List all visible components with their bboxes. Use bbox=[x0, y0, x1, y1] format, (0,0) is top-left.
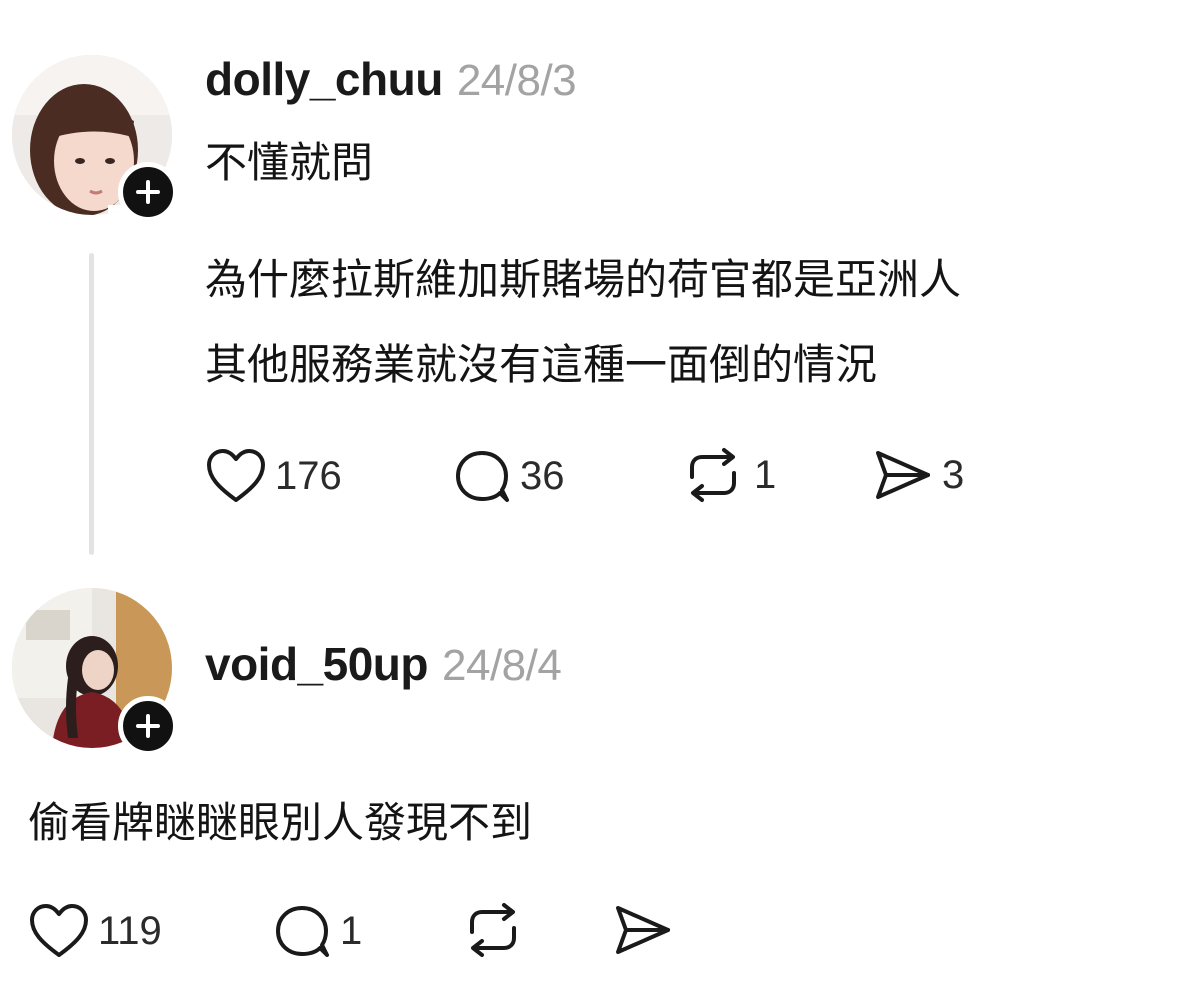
speech-bubble-icon bbox=[456, 451, 509, 502]
heart-icon bbox=[207, 449, 265, 502]
username[interactable]: void_50up bbox=[205, 638, 429, 690]
post-header-dolly-chuu: dolly_chuu 24/8/3 bbox=[205, 52, 577, 106]
repost-button[interactable]: 1 bbox=[680, 447, 776, 503]
post-text-line-2: 為什麼拉斯維加斯賭場的荷官都是亞洲人 bbox=[205, 255, 962, 304]
like-count: 119 bbox=[98, 908, 162, 953]
heart-icon bbox=[30, 904, 88, 957]
comment-count: 1 bbox=[340, 908, 363, 953]
share-button[interactable]: 3 bbox=[872, 447, 964, 503]
like-button[interactable]: 119 bbox=[28, 902, 162, 960]
plus-icon bbox=[136, 180, 160, 204]
repost-icon bbox=[690, 448, 736, 502]
post-header-void-50up: void_50up 24/8/4 bbox=[205, 637, 562, 691]
post-text-line-1: 不懂就問 bbox=[205, 138, 374, 187]
reply-text-line-1: 偷看牌瞇瞇眼別人發現不到 bbox=[28, 798, 533, 847]
like-count: 176 bbox=[275, 453, 342, 498]
speech-bubble-icon bbox=[276, 906, 329, 957]
follow-button-void-50up[interactable] bbox=[118, 696, 178, 756]
send-icon bbox=[876, 451, 930, 499]
post-date: 24/8/3 bbox=[456, 56, 577, 105]
comment-count: 36 bbox=[520, 453, 565, 498]
share-button[interactable] bbox=[612, 902, 674, 958]
username[interactable]: dolly_chuu bbox=[205, 53, 443, 105]
follow-button-dolly-chuu[interactable] bbox=[118, 162, 178, 222]
thread-line bbox=[89, 253, 94, 555]
like-button[interactable]: 176 bbox=[205, 447, 342, 505]
repost-icon bbox=[470, 903, 516, 957]
post-text-line-3: 其他服務業就沒有這種一面倒的情況 bbox=[205, 340, 878, 389]
send-icon bbox=[616, 906, 670, 954]
repost-count: 1 bbox=[754, 452, 777, 497]
repost-button[interactable] bbox=[460, 902, 526, 958]
plus-icon bbox=[136, 714, 160, 738]
share-count: 3 bbox=[942, 452, 965, 497]
comment-button[interactable]: 1 bbox=[272, 902, 362, 960]
comment-button[interactable]: 36 bbox=[452, 447, 565, 505]
post-date: 24/8/4 bbox=[442, 641, 562, 690]
